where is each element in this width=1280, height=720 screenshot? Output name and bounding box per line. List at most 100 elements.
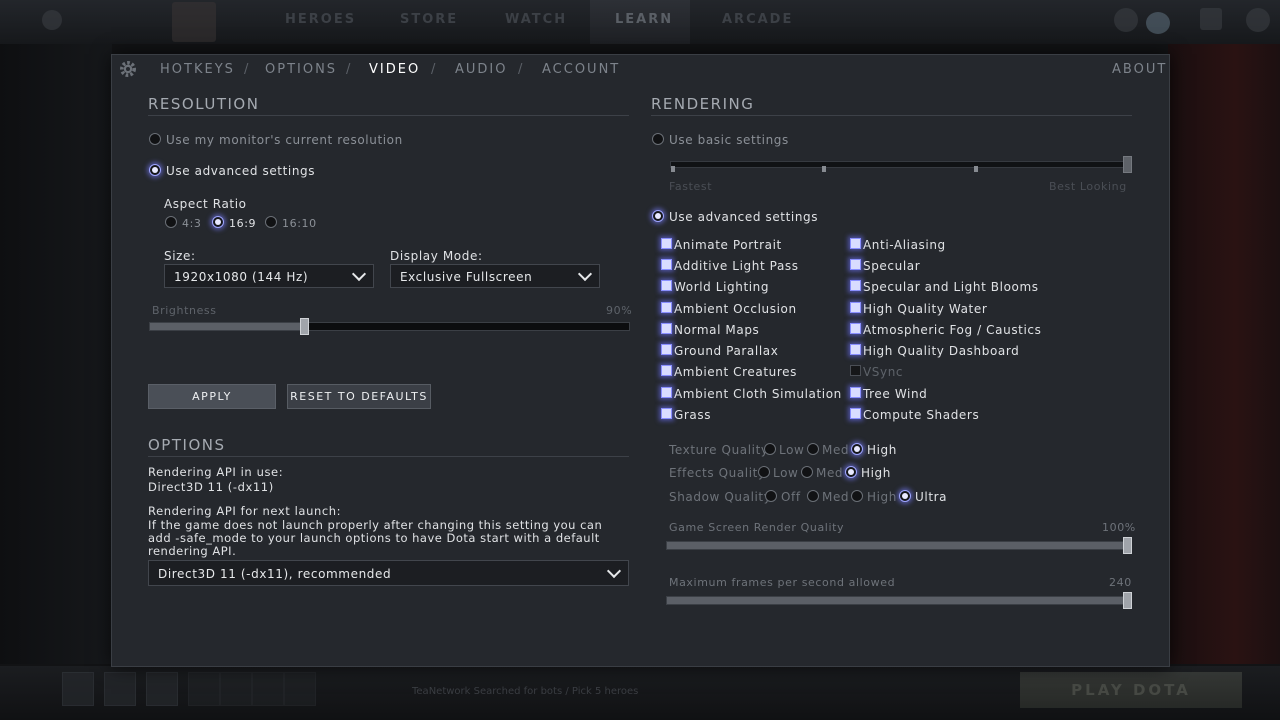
monitor-resolution-label: Use my monitor's current resolution — [166, 133, 403, 147]
grass-label: Grass — [674, 408, 712, 422]
basic-settings-label: Use basic settings — [669, 133, 789, 147]
high-quality-dashboard-checkbox[interactable] — [850, 344, 861, 355]
render-quality-value: 100% — [1102, 521, 1136, 534]
background-nav-heroes: HEROES — [285, 12, 357, 27]
specular-checkbox[interactable] — [850, 259, 861, 270]
resolution-title: RESOLUTION — [148, 95, 260, 113]
background-chat-icon — [1200, 8, 1222, 30]
texture-high-label: High — [867, 443, 897, 457]
brightness-slider[interactable] — [149, 318, 630, 335]
shadow-ultra-label: Ultra — [915, 490, 948, 504]
texture-high-radio[interactable] — [851, 443, 863, 455]
basic-best-looking-label: Best Looking — [1049, 180, 1127, 193]
options-divider — [148, 456, 629, 457]
background-party-slot — [252, 672, 284, 706]
tab-video[interactable]: VIDEO — [369, 62, 420, 77]
basic-fastest-label: Fastest — [669, 180, 713, 193]
vsync-checkbox[interactable] — [850, 365, 861, 376]
advanced-rendering-radio[interactable] — [652, 210, 664, 222]
rendering-api-dropdown[interactable]: Direct3D 11 (-dx11), recommended — [148, 560, 629, 586]
specular-label: Specular — [863, 259, 921, 273]
background-party-slot — [62, 672, 94, 706]
brightness-handle[interactable] — [300, 318, 310, 335]
basic-settings-radio[interactable] — [652, 133, 664, 145]
tab-audio[interactable]: AUDIO — [455, 62, 508, 77]
gear-icon[interactable] — [118, 59, 138, 79]
resolution-divider — [148, 115, 629, 116]
high-quality-water-checkbox[interactable] — [850, 302, 861, 313]
ambient-cloth-simulation-checkbox[interactable] — [661, 387, 672, 398]
max-fps-label: Maximum frames per second allowed — [669, 576, 896, 589]
display-mode-dropdown[interactable]: Exclusive Fullscreen — [390, 264, 600, 288]
background-party-slot — [220, 672, 252, 706]
animate-portrait-checkbox[interactable] — [661, 238, 672, 249]
advanced-resolution-radio[interactable] — [149, 164, 161, 176]
ambient-creatures-label: Ambient Creatures — [674, 365, 797, 379]
ambient-occlusion-label: Ambient Occlusion — [674, 302, 797, 316]
aspect-ratio-label: Aspect Ratio — [164, 197, 247, 211]
max-fps-value: 240 — [1109, 576, 1132, 589]
brightness-fill — [150, 323, 309, 330]
tree-wind-checkbox[interactable] — [850, 387, 861, 398]
basic-quality-handle[interactable] — [1123, 156, 1132, 173]
ambient-occlusion-checkbox[interactable] — [661, 302, 672, 313]
background-status-text: TeaNetwork Searched for bots / Pick 5 he… — [412, 686, 639, 697]
normal-maps-checkbox[interactable] — [661, 323, 672, 334]
tab-separator: / — [431, 62, 436, 77]
max-fps-slider[interactable] — [666, 592, 1132, 609]
ambient-creatures-checkbox[interactable] — [661, 365, 672, 376]
background-party-slot — [104, 672, 136, 706]
basic-quality-slider[interactable] — [670, 156, 1132, 173]
background-nav-arcade: ARCADE — [722, 12, 794, 27]
world-lighting-label: World Lighting — [674, 280, 770, 294]
basic-quality-tick — [974, 166, 978, 172]
specular-light-blooms-checkbox[interactable] — [850, 280, 861, 291]
display-mode-value: Exclusive Fullscreen — [400, 270, 533, 284]
advanced-resolution-label: Use advanced settings — [166, 164, 316, 178]
shadow-med-radio[interactable] — [807, 490, 819, 502]
tab-hotkeys[interactable]: HOTKEYS — [160, 62, 235, 77]
render-quality-slider[interactable] — [666, 537, 1132, 554]
additive-light-pass-checkbox[interactable] — [661, 259, 672, 270]
render-quality-handle[interactable] — [1123, 537, 1132, 554]
api-next-label: Rendering API for next launch: — [148, 504, 342, 518]
tab-options[interactable]: OPTIONS — [265, 62, 337, 77]
compute-shaders-checkbox[interactable] — [850, 408, 861, 419]
background-settings-icon — [42, 10, 62, 30]
apply-button[interactable]: APPLY — [148, 384, 276, 409]
aspect-16-10-radio[interactable] — [265, 216, 277, 228]
background-left-area — [0, 44, 112, 664]
background-party-slot — [146, 672, 178, 706]
aspect-16-10-label: 16:10 — [282, 217, 317, 230]
display-mode-label: Display Mode: — [390, 249, 483, 263]
texture-low-radio[interactable] — [764, 443, 776, 455]
monitor-resolution-radio[interactable] — [149, 133, 161, 145]
grass-checkbox[interactable] — [661, 408, 672, 419]
brightness-value: 90% — [606, 304, 633, 317]
shadow-ultra-radio[interactable] — [899, 490, 911, 502]
texture-med-radio[interactable] — [807, 443, 819, 455]
effects-high-radio[interactable] — [845, 466, 857, 478]
shadow-high-radio[interactable] — [851, 490, 863, 502]
about-link[interactable]: ABOUT — [1112, 62, 1167, 77]
tab-separator: / — [518, 62, 523, 77]
tab-separator: / — [346, 62, 351, 77]
ambient-cloth-simulation-label: Ambient Cloth Simulation — [674, 387, 842, 401]
render-quality-fill — [667, 542, 1131, 549]
advanced-rendering-label: Use advanced settings — [669, 210, 819, 224]
shadow-off-radio[interactable] — [765, 490, 777, 502]
aspect-16-9-radio[interactable] — [212, 216, 224, 228]
anti-aliasing-checkbox[interactable] — [850, 238, 861, 249]
reset-to-defaults-button[interactable]: RESET TO DEFAULTS — [287, 384, 431, 409]
atmospheric-fog-checkbox[interactable] — [850, 323, 861, 334]
aspect-4-3-radio[interactable] — [165, 216, 177, 228]
background-avatar — [1246, 8, 1270, 32]
ground-parallax-checkbox[interactable] — [661, 344, 672, 355]
effects-low-radio[interactable] — [758, 466, 770, 478]
max-fps-handle[interactable] — [1123, 592, 1132, 609]
size-dropdown[interactable]: 1920x1080 (144 Hz) — [164, 264, 374, 288]
world-lighting-checkbox[interactable] — [661, 280, 672, 291]
effects-med-radio[interactable] — [801, 466, 813, 478]
api-in-use-value: Direct3D 11 (-dx11) — [148, 480, 274, 494]
tab-account[interactable]: ACCOUNT — [542, 62, 620, 77]
